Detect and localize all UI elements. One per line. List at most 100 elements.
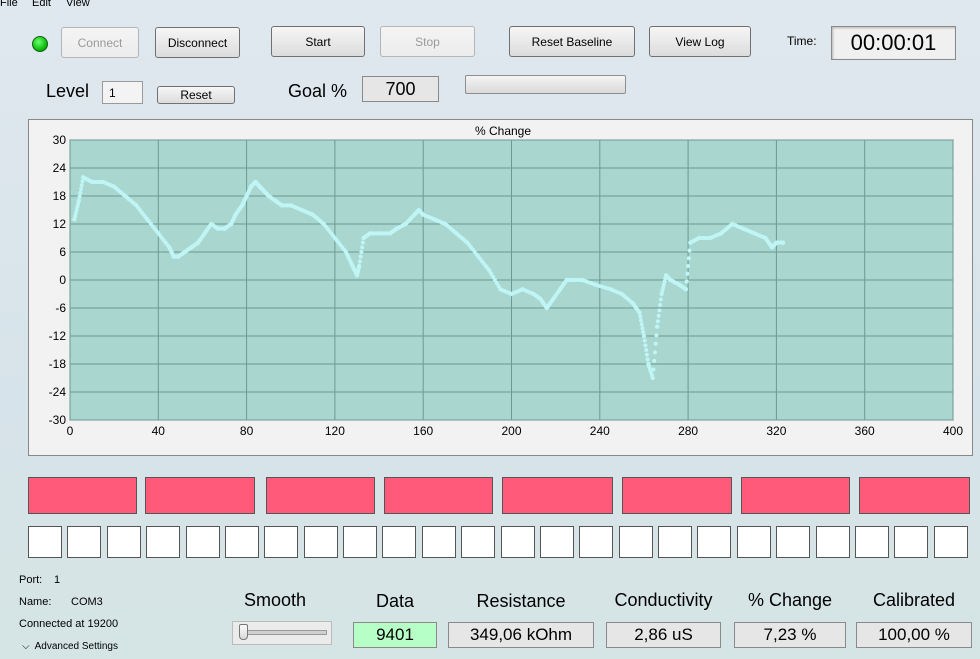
level-input[interactable]: 1: [102, 81, 143, 104]
trace-dot: [358, 254, 363, 259]
level-reset-button[interactable]: Reset: [157, 86, 235, 104]
progress-cell: [67, 526, 101, 558]
trace-dot: [644, 348, 649, 352]
conductivity-label: Conductivity: [614, 590, 713, 610]
trace-dot: [686, 256, 691, 261]
trace-dot: [657, 308, 662, 313]
view-log-button[interactable]: View Log: [649, 26, 751, 57]
y-tick-label: -24: [49, 385, 67, 399]
disconnect-button[interactable]: Disconnect: [155, 27, 240, 58]
progress-cell: [461, 526, 495, 558]
data-point: [654, 324, 660, 329]
advanced-settings-toggle[interactable]: ⌵ Advanced Settings: [22, 641, 118, 652]
trace-dot: [685, 271, 690, 276]
goal-value: 700: [362, 76, 439, 102]
trace-dot: [645, 357, 650, 362]
level-block: [741, 477, 850, 514]
level-block: [266, 477, 375, 514]
progress-cell: [343, 526, 377, 558]
y-tick-label: 30: [53, 133, 67, 147]
port-label: Port:: [19, 574, 43, 586]
progress-cell: [146, 526, 180, 558]
progress-cell: [737, 526, 771, 558]
trace-dot: [79, 183, 84, 188]
start-button[interactable]: Start: [271, 26, 365, 57]
trace-dot: [652, 350, 657, 355]
progress-cell: [501, 526, 535, 558]
percent-change-chart: % Change 0 40 80 120 160 200 240 280 320 360 400 30…: [28, 119, 973, 456]
trace-dot: [77, 194, 82, 199]
goal-progress-bar: [465, 75, 626, 94]
stop-button[interactable]: Stop: [380, 26, 475, 57]
percent-change-label: % Change: [747, 590, 833, 610]
progress-cell: [264, 526, 298, 558]
name-value: COM3: [71, 596, 103, 608]
data-point: [641, 333, 647, 339]
x-tick-label: 200: [501, 424, 521, 438]
y-tick-label: -12: [49, 329, 67, 343]
trace-dot: [687, 248, 692, 253]
connection-status-led: [32, 36, 48, 52]
chart-title: % Change: [475, 124, 531, 138]
trace-dot: [653, 341, 658, 346]
progress-cell: [619, 526, 653, 558]
data-point: [683, 287, 689, 292]
trace-dot: [79, 187, 84, 191]
level-block: [859, 477, 970, 514]
progress-cell: [579, 526, 613, 558]
calibrated-label: Calibrated: [872, 590, 956, 610]
trace-dot: [684, 279, 689, 284]
progress-cell: [382, 526, 416, 558]
progress-cell: [186, 526, 220, 558]
y-tick-label: 24: [53, 161, 67, 175]
progress-cell: [658, 526, 692, 558]
advanced-settings-label: Advanced Settings: [34, 641, 118, 652]
x-tick-label: 0: [67, 424, 74, 438]
x-tick-label: 160: [413, 424, 433, 438]
progress-cell: [855, 526, 889, 558]
connect-button[interactable]: Connect: [61, 27, 139, 58]
resistance-value: 349,06 kOhm: [448, 622, 594, 648]
level-block: [502, 477, 613, 514]
menu-view[interactable]: View: [66, 0, 90, 9]
percent-change-value: 7,23 %: [734, 622, 846, 648]
trace-dot: [654, 333, 659, 338]
progress-cell: [816, 526, 850, 558]
data-value: 9401: [353, 622, 437, 648]
smooth-slider-line: [242, 630, 327, 635]
progress-cell: [540, 526, 574, 558]
menu-file[interactable]: File: [0, 0, 18, 9]
double-chevron-down-icon: ⌵: [22, 640, 30, 652]
trace-dot: [359, 250, 364, 254]
x-tick-label: 240: [590, 424, 610, 438]
y-tick-label: 0: [59, 273, 66, 287]
trace-dot: [78, 190, 83, 195]
menu-edit[interactable]: Edit: [32, 0, 51, 9]
progress-cell: [225, 526, 259, 558]
progress-cell: [697, 526, 731, 558]
trace-dot: [656, 313, 661, 318]
x-tick-label: 40: [152, 424, 166, 438]
x-tick-label: 80: [240, 424, 254, 438]
reset-baseline-button[interactable]: Reset Baseline: [509, 26, 635, 57]
goal-label: Goal %: [288, 81, 348, 101]
x-tick-label: 280: [678, 424, 698, 438]
trace-dot: [640, 326, 645, 331]
data-point: [650, 375, 655, 381]
smooth-slider-thumb[interactable]: [239, 624, 248, 640]
level-label: Level: [46, 81, 90, 101]
time-display: 00:00:01: [831, 26, 956, 60]
trace-dot: [360, 245, 365, 250]
trace-dot: [360, 240, 365, 245]
level-block: [145, 477, 255, 514]
y-tick-label: 18: [53, 189, 67, 203]
trace-dot: [639, 322, 644, 327]
trace-dot: [642, 338, 647, 343]
conductivity-value: 2,86 uS: [606, 622, 721, 648]
progress-cell: [422, 526, 456, 558]
progress-cell: [107, 526, 141, 558]
x-tick-label: 360: [855, 424, 875, 438]
level-block: [28, 477, 137, 514]
smooth-label: Smooth: [243, 590, 307, 610]
y-tick-label: -6: [55, 301, 66, 315]
